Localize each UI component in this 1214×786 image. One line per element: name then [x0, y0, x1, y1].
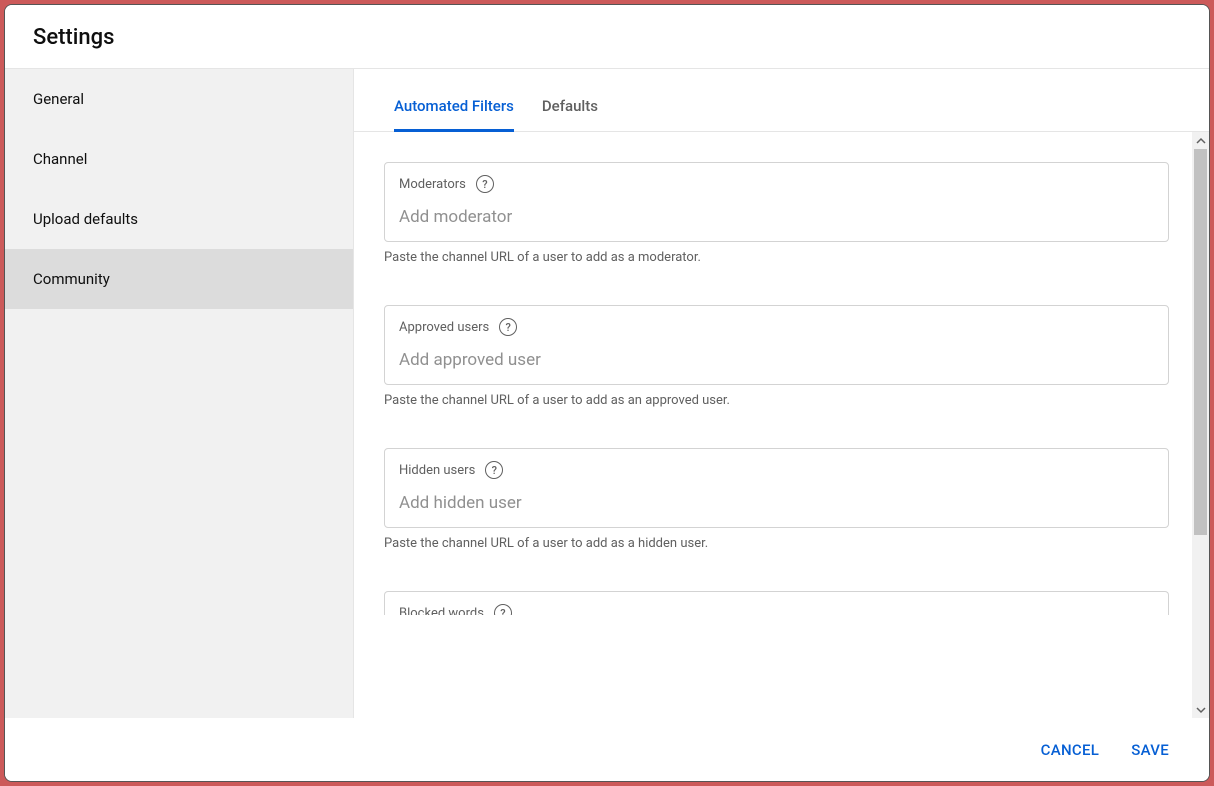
- save-button[interactable]: SAVE: [1119, 733, 1181, 767]
- help-icon[interactable]: ?: [494, 604, 512, 615]
- hidden-users-group: Hidden users ? Paste the channel URL of …: [384, 448, 1169, 551]
- dialog-header: Settings: [5, 5, 1209, 69]
- hidden-users-hint: Paste the channel URL of a user to add a…: [384, 536, 1169, 551]
- approved-users-input[interactable]: [399, 350, 1154, 370]
- approved-users-hint: Paste the channel URL of a user to add a…: [384, 393, 1169, 408]
- dialog-footer: CANCEL SAVE: [5, 718, 1209, 781]
- tab-label: Automated Filters: [394, 97, 514, 115]
- sidebar-item-upload-defaults[interactable]: Upload defaults: [5, 189, 353, 249]
- approved-users-label: Approved users: [399, 320, 489, 335]
- scroll-thumb[interactable]: [1194, 149, 1207, 535]
- approved-users-box: Approved users ?: [384, 305, 1169, 385]
- field-label-row: Moderators ?: [399, 175, 1154, 193]
- sidebar-item-label: General: [33, 90, 84, 108]
- tab-defaults[interactable]: Defaults: [542, 69, 598, 131]
- moderators-box: Moderators ?: [384, 162, 1169, 242]
- moderators-hint: Paste the channel URL of a user to add a…: [384, 250, 1169, 265]
- hidden-users-box: Hidden users ?: [384, 448, 1169, 528]
- sidebar-item-community[interactable]: Community: [5, 249, 353, 309]
- scroll-up-arrow-icon[interactable]: [1192, 132, 1209, 149]
- sidebar-item-label: Upload defaults: [33, 210, 138, 228]
- help-icon[interactable]: ?: [499, 318, 517, 336]
- settings-sidebar: General Channel Upload defaults Communit…: [5, 69, 353, 718]
- moderators-label: Moderators: [399, 177, 466, 192]
- scroll-track[interactable]: [1192, 149, 1209, 701]
- sidebar-item-label: Channel: [33, 150, 87, 168]
- field-label-row: Approved users ?: [399, 318, 1154, 336]
- help-icon[interactable]: ?: [476, 175, 494, 193]
- sidebar-item-general[interactable]: General: [5, 69, 353, 129]
- blocked-words-box: Blocked words ?: [384, 591, 1169, 615]
- approved-users-group: Approved users ? Paste the channel URL o…: [384, 305, 1169, 408]
- tab-label: Defaults: [542, 97, 598, 115]
- dialog-title: Settings: [33, 25, 1181, 50]
- moderators-input[interactable]: [399, 207, 1154, 227]
- sidebar-item-channel[interactable]: Channel: [5, 129, 353, 189]
- settings-dialog: Settings General Channel Upload defaults…: [4, 4, 1210, 782]
- scroll-down-arrow-icon[interactable]: [1192, 701, 1209, 718]
- tab-automated-filters[interactable]: Automated Filters: [394, 69, 514, 131]
- scrollbar[interactable]: [1192, 132, 1209, 718]
- main-panel: Automated Filters Defaults Moderators ?: [353, 69, 1209, 718]
- field-label-row: Blocked words ?: [399, 604, 1154, 615]
- field-label-row: Hidden users ?: [399, 461, 1154, 479]
- moderators-group: Moderators ? Paste the channel URL of a …: [384, 162, 1169, 265]
- sidebar-item-label: Community: [33, 270, 110, 288]
- tabs: Automated Filters Defaults: [354, 69, 1209, 132]
- hidden-users-input[interactable]: [399, 493, 1154, 513]
- cancel-button[interactable]: CANCEL: [1029, 733, 1112, 767]
- dialog-body: General Channel Upload defaults Communit…: [5, 69, 1209, 718]
- hidden-users-label: Hidden users: [399, 463, 475, 478]
- main-content[interactable]: Moderators ? Paste the channel URL of a …: [354, 132, 1209, 625]
- blocked-words-label: Blocked words: [399, 606, 484, 616]
- help-icon[interactable]: ?: [485, 461, 503, 479]
